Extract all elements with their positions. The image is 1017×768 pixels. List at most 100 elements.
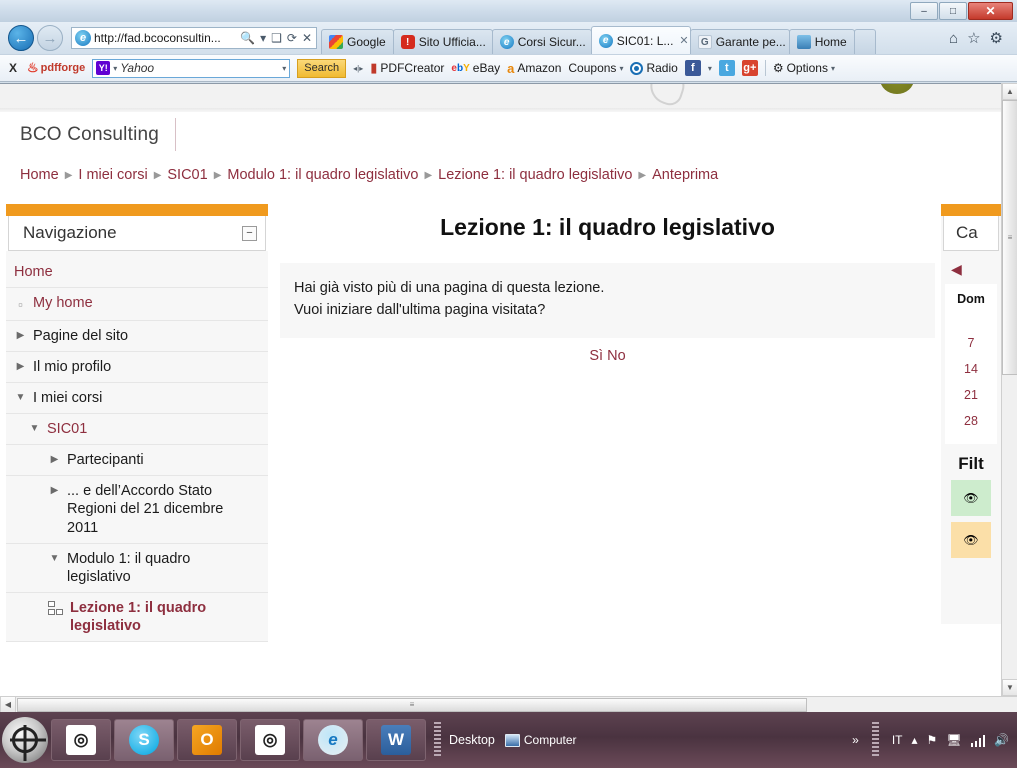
calendar-day[interactable]: 28	[945, 408, 997, 434]
language-indicator[interactable]: IT	[892, 733, 903, 747]
chevron-right-icon[interactable]	[14, 327, 27, 343]
tray-expand-icon[interactable]: ▴	[912, 733, 918, 747]
toolbar-item-ebay[interactable]: ebY eBay	[451, 61, 500, 75]
toolbar-search-input[interactable]: Y! ▾ Yahoo ▾	[92, 58, 291, 78]
facebook-icon[interactable]: f	[684, 60, 701, 76]
chevron-right-icon[interactable]	[48, 482, 61, 498]
overflow-icon[interactable]: »	[852, 733, 859, 747]
toolbar-item-radio[interactable]: Radio	[630, 61, 678, 75]
search-button[interactable]: Search	[297, 58, 347, 78]
desktop-toolbar-label[interactable]: Desktop	[449, 733, 495, 747]
twitter-icon[interactable]: t	[718, 60, 735, 76]
chevron-down-icon[interactable]: ▾	[113, 64, 117, 73]
googleplus-icon[interactable]: g+	[741, 60, 758, 76]
scroll-down-button[interactable]: ▼	[1002, 679, 1017, 696]
calendar-day[interactable]: 14	[945, 356, 997, 382]
computer-toolbar-item[interactable]: Computer	[504, 733, 577, 747]
network-icon[interactable]: 🖥	[946, 733, 961, 747]
forward-button[interactable]: →	[37, 25, 63, 51]
vertical-scroll-thumb[interactable]: ≡	[1002, 100, 1017, 375]
home-icon[interactable]: ⌂	[949, 30, 958, 47]
compatibility-view-icon[interactable]: ❑	[270, 31, 283, 45]
toolbar-grip[interactable]	[434, 722, 441, 758]
collapse-button[interactable]: −	[242, 225, 257, 241]
horizontal-scrollbar[interactable]: ◀ ≡	[0, 696, 1017, 712]
calendar-day[interactable]: 21	[945, 382, 997, 408]
gear-icon[interactable]: ⚙	[990, 29, 1003, 47]
facebook-caret-icon[interactable]: ▾	[708, 64, 712, 73]
pdfforge-logo[interactable]: ♨ pdfforge	[27, 60, 85, 76]
new-tab-button[interactable]	[853, 29, 876, 54]
sidebar-item-pagine-del-sito[interactable]: Pagine del sito	[6, 321, 268, 352]
calendar-day[interactable]: 7	[945, 330, 997, 356]
address-bar[interactable]: e http://fad.bcoconsultin... 🔍 ▾ ❑ ⟳ ✕	[71, 27, 317, 49]
calendar-filter-orange[interactable]: 👁	[951, 522, 991, 558]
chevron-down-icon[interactable]: ▾	[259, 31, 267, 45]
chevron-down-icon[interactable]: ▾	[619, 64, 623, 73]
chevron-down-icon[interactable]: ▾	[282, 64, 286, 73]
breadcrumb-item-i-miei-corsi[interactable]: I miei corsi	[78, 167, 147, 183]
start-button[interactable]	[2, 717, 48, 763]
breadcrumb-item-modulo-1[interactable]: Modulo 1: il quadro legislativo	[227, 167, 418, 183]
sidebar-item-sic01[interactable]: SIC01	[6, 414, 268, 446]
address-input[interactable]: http://fad.bcoconsultin...	[94, 31, 236, 45]
chevron-right-icon[interactable]	[48, 451, 61, 467]
scroll-left-button[interactable]: ◀	[0, 696, 16, 712]
maximize-button[interactable]: □	[939, 2, 967, 20]
taskbar-item-target2[interactable]: ◎	[240, 719, 300, 761]
tab-sic01[interactable]: e SIC01: L... ✕	[590, 26, 691, 54]
tab-sito-ufficiale[interactable]: ! Sito Ufficia...	[392, 29, 493, 54]
volume-icon[interactable]: 🔊	[994, 733, 1009, 747]
favorites-star-icon[interactable]: ☆	[967, 29, 980, 47]
breadcrumb-item-sic01[interactable]: SIC01	[167, 167, 207, 183]
action-center-flag-icon[interactable]: ⚑	[927, 733, 938, 747]
vertical-scrollbar[interactable]: ▲ ≡ ▼	[1001, 83, 1017, 696]
tab-home[interactable]: Home	[788, 29, 855, 54]
chevron-right-icon[interactable]	[14, 358, 27, 374]
tab-close-icon[interactable]: ✕	[679, 34, 688, 47]
chevron-down-icon[interactable]	[14, 389, 27, 405]
calendar-filter-green[interactable]: 👁	[951, 480, 991, 516]
toolbar-item-pdfcreator[interactable]: ▮ PDFCreator	[370, 60, 444, 76]
answer-no-link[interactable]: No	[607, 348, 626, 364]
close-button[interactable]: ✕	[968, 2, 1013, 20]
stop-icon[interactable]: ✕	[301, 31, 313, 45]
calendar-prev-month-button[interactable]: ◀	[941, 251, 1001, 284]
tab-google[interactable]: Google	[321, 29, 394, 54]
chevron-down-icon[interactable]: ▾	[831, 64, 835, 73]
signal-bars-icon[interactable]	[970, 734, 986, 747]
toolbar-options-button[interactable]: ⚙ Options ▾	[773, 61, 835, 75]
tray-grip[interactable]	[871, 722, 879, 758]
toolbar-item-amazon[interactable]: a Amazon	[507, 61, 561, 76]
breadcrumb-item-anteprima[interactable]: Anteprima	[652, 167, 718, 183]
breadcrumb-item-lezione-1[interactable]: Lezione 1: il quadro legislativo	[438, 167, 632, 183]
taskbar-item-skype[interactable]: S	[114, 719, 174, 761]
search-icon[interactable]: 🔍	[239, 31, 256, 45]
sidebar-item-my-home[interactable]: My home	[6, 288, 268, 321]
scroll-up-button[interactable]: ▲	[1002, 83, 1017, 100]
breadcrumb-item-home[interactable]: Home	[20, 167, 59, 183]
taskbar-item-outlook[interactable]: O	[177, 719, 237, 761]
tab-corsi-sicurezza[interactable]: e Corsi Sicur...	[491, 29, 592, 54]
sidebar-item-accordo-stato-regioni[interactable]: ... e dell’Accordo Stato Regioni del 21 …	[6, 476, 268, 544]
toolbar-splitter-icon[interactable]: ◂|▸	[353, 64, 363, 73]
taskbar-item-ie[interactable]: e	[303, 719, 363, 761]
sidebar-item-i-miei-corsi[interactable]: I miei corsi	[6, 383, 268, 414]
sidebar-item-lezione-1[interactable]: Lezione 1: il quadro legislativo	[6, 593, 268, 643]
taskbar-item-target1[interactable]: ◎	[51, 719, 111, 761]
chevron-down-icon[interactable]	[28, 420, 41, 436]
search-input-value[interactable]: Yahoo	[120, 61, 279, 75]
horizontal-scroll-thumb[interactable]: ≡	[17, 697, 807, 712]
chevron-down-icon[interactable]	[48, 550, 61, 566]
minimize-button[interactable]: –	[910, 2, 938, 20]
sidebar-item-partecipanti[interactable]: Partecipanti	[6, 445, 268, 477]
answer-yes-link[interactable]: Sì	[589, 348, 603, 364]
refresh-icon[interactable]: ⟳	[286, 31, 298, 45]
taskbar-item-word[interactable]: W	[366, 719, 426, 761]
tab-garante[interactable]: G Garante pe...	[689, 29, 790, 54]
toolbar-item-coupons[interactable]: Coupons ▾	[568, 61, 623, 75]
sidebar-item-modulo-1[interactable]: Modulo 1: il quadro legislativo	[6, 544, 268, 593]
toolbar-close-icon[interactable]: X	[6, 61, 20, 75]
sidebar-item-home[interactable]: Home	[6, 257, 268, 289]
sidebar-item-il-mio-profilo[interactable]: Il mio profilo	[6, 352, 268, 383]
